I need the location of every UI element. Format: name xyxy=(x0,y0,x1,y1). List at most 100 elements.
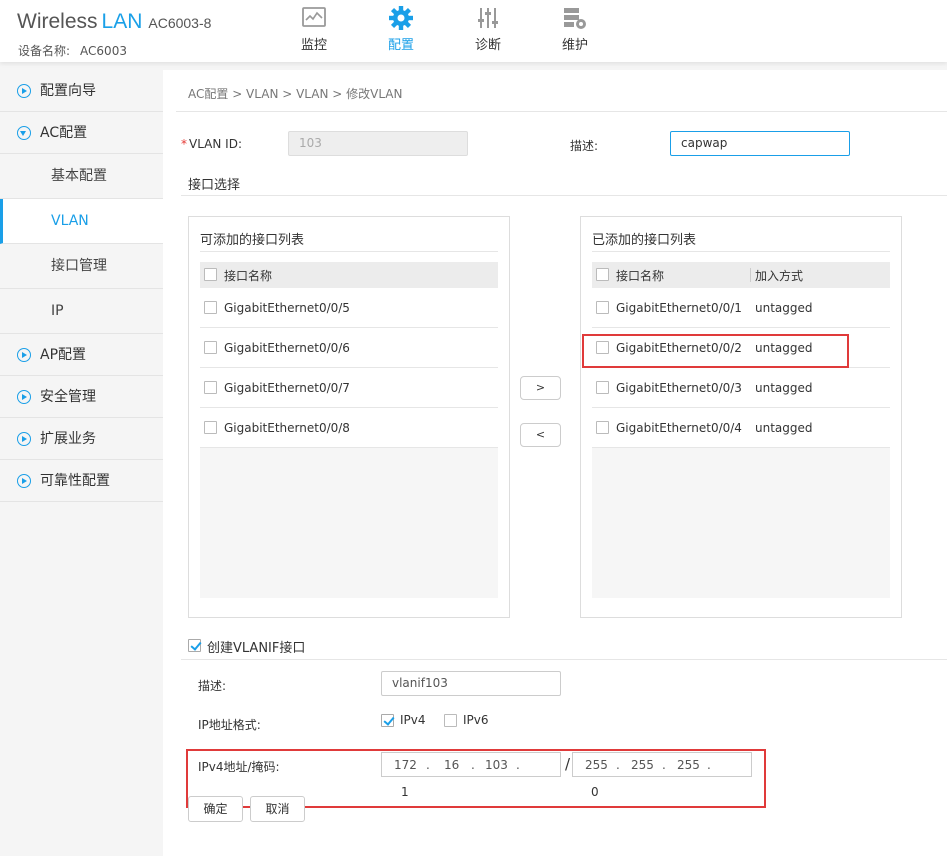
interface-section-title: 接口选择 xyxy=(188,178,241,193)
ip-format-label: IP地址格式: xyxy=(198,718,261,732)
sidebar-item-ap-config[interactable]: AP配置 xyxy=(0,334,163,376)
sidebar-subitem-interface[interactable]: 接口管理 xyxy=(0,244,163,289)
ok-button[interactable]: 确定 xyxy=(188,796,243,822)
table-row[interactable]: GigabitEthernet0/0/4 untagged xyxy=(592,408,890,448)
sidebar-item-ac-config[interactable]: AC配置 xyxy=(0,112,163,154)
interface-name: GigabitEthernet0/0/8 xyxy=(224,420,350,435)
device-name-label: 设备名称: xyxy=(18,44,71,58)
expand-arrow-icon xyxy=(17,348,31,362)
main-content: AC配置 > VLAN > VLAN > 修改VLAN * VLAN ID: 10… xyxy=(163,70,947,856)
available-interface-panel: 可添加的接口列表 接口名称 GigabitEthernet0/0/5 Gigab… xyxy=(188,216,510,618)
brand-lan: LAN xyxy=(101,10,143,33)
divider xyxy=(181,659,947,660)
expand-arrow-icon xyxy=(17,390,31,404)
cancel-button[interactable]: 取消 xyxy=(250,796,305,822)
sidebar-item-label: 配置向导 xyxy=(40,83,96,99)
available-interface-table: 接口名称 GigabitEthernet0/0/5 GigabitEtherne… xyxy=(200,262,498,598)
row-checkbox[interactable] xyxy=(596,421,609,434)
interface-name: GigabitEthernet0/0/4 xyxy=(616,420,742,435)
sidebar-item-wizard[interactable]: 配置向导 xyxy=(0,70,163,112)
sidebar-item-reliability[interactable]: 可靠性配置 xyxy=(0,460,163,502)
nav-diagnose-label: 诊断 xyxy=(474,38,501,53)
join-mode: untagged xyxy=(755,300,813,315)
ipv6-checkbox[interactable] xyxy=(444,714,457,727)
expand-arrow-icon xyxy=(17,84,31,98)
table-row[interactable]: GigabitEthernet0/0/6 xyxy=(200,328,498,368)
select-all-checkbox[interactable] xyxy=(204,268,217,281)
table-empty-area xyxy=(592,448,890,598)
maintenance-icon xyxy=(564,8,586,29)
device-model: AC6003-8 xyxy=(148,15,212,31)
table-row[interactable]: GigabitEthernet0/0/3 untagged xyxy=(592,368,890,408)
row-checkbox[interactable] xyxy=(204,341,217,354)
divider xyxy=(176,111,947,112)
join-mode: untagged xyxy=(755,380,813,395)
table-header: 接口名称 xyxy=(200,262,498,288)
sidebar: 配置向导 AC配置 基本配置 VLAN 接口管理 IP AP配置 安全管理 扩展… xyxy=(0,70,163,856)
breadcrumb: AC配置 > VLAN > VLAN > 修改VLAN xyxy=(188,87,403,101)
device-name-value: AC6003 xyxy=(80,44,127,58)
create-vlanif-label: 创建VLANIF接口 xyxy=(207,641,306,656)
ipv4-checkbox[interactable] xyxy=(381,714,394,727)
nav-maintain-label: 维护 xyxy=(561,38,588,53)
sidebar-item-extension[interactable]: 扩展业务 xyxy=(0,418,163,460)
interface-name: GigabitEthernet0/0/7 xyxy=(224,380,350,395)
nav-diagnose[interactable]: 诊断 xyxy=(458,6,518,53)
sidebar-item-label: AC配置 xyxy=(40,125,88,141)
divider xyxy=(181,195,947,196)
nav-config-label: 配置 xyxy=(387,38,414,53)
select-all-checkbox[interactable] xyxy=(596,268,609,281)
highlight-box xyxy=(582,334,849,368)
interface-name: GigabitEthernet0/0/1 xyxy=(616,300,742,315)
brand-logo: Wireless LAN AC6003-8 xyxy=(17,10,211,34)
join-mode: untagged xyxy=(755,420,813,435)
sidebar-item-label: AP配置 xyxy=(40,347,87,363)
column-header-name: 接口名称 xyxy=(616,268,665,283)
create-vlanif-checkbox[interactable] xyxy=(188,639,201,652)
row-checkbox[interactable] xyxy=(204,301,217,314)
table-row[interactable]: GigabitEthernet0/0/8 xyxy=(200,408,498,448)
expand-arrow-icon xyxy=(17,432,31,446)
table-header: 接口名称 加入方式 xyxy=(592,262,890,288)
description-field[interactable]: capwap xyxy=(670,131,850,156)
table-row[interactable]: GigabitEthernet0/0/1 untagged xyxy=(592,288,890,328)
nav-monitor-label: 监控 xyxy=(300,38,327,53)
row-checkbox[interactable] xyxy=(596,381,609,394)
remove-interface-button[interactable]: < xyxy=(520,423,561,447)
table-row[interactable]: GigabitEthernet0/0/5 xyxy=(200,288,498,328)
ipv4-label: IPv4 xyxy=(400,713,426,727)
table-empty-area xyxy=(200,448,498,598)
vlanif-description-label: 描述: xyxy=(198,679,227,693)
interface-name: GigabitEthernet0/0/5 xyxy=(224,300,350,315)
sliders-icon xyxy=(478,8,498,28)
panel-title: 已添加的接口列表 xyxy=(592,233,697,248)
vlanif-description-field[interactable]: vlanif103 xyxy=(381,671,561,696)
nav-monitor[interactable]: 监控 xyxy=(284,6,344,53)
vlan-id-field[interactable]: 103 xyxy=(288,131,468,156)
brand-name: Wireless xyxy=(17,10,98,33)
collapse-arrow-icon xyxy=(17,126,31,140)
nav-maintain[interactable]: 维护 xyxy=(545,6,605,53)
sidebar-item-label: 扩展业务 xyxy=(40,431,96,447)
sidebar-subitem-vlan[interactable]: VLAN xyxy=(0,199,163,244)
nav-config[interactable]: 配置 xyxy=(371,6,431,53)
sidebar-subitem-ip[interactable]: IP xyxy=(0,289,163,334)
column-header-mode: 加入方式 xyxy=(755,268,804,283)
row-checkbox[interactable] xyxy=(204,381,217,394)
sidebar-subitem-basic[interactable]: 基本配置 xyxy=(0,154,163,199)
top-header: Wireless LAN AC6003-8 设备名称: AC6003 监控 配置… xyxy=(0,0,947,62)
row-checkbox[interactable] xyxy=(596,301,609,314)
row-checkbox[interactable] xyxy=(204,421,217,434)
ipv6-label: IPv6 xyxy=(463,713,489,727)
sidebar-item-label: 安全管理 xyxy=(40,389,96,405)
device-name-row: 设备名称: AC6003 xyxy=(18,42,127,59)
sidebar-item-security[interactable]: 安全管理 xyxy=(0,376,163,418)
column-separator xyxy=(750,268,751,282)
interface-name: GigabitEthernet0/0/3 xyxy=(616,380,742,395)
table-row[interactable]: GigabitEthernet0/0/7 xyxy=(200,368,498,408)
add-interface-button[interactable]: > xyxy=(520,376,561,400)
added-interface-table: 接口名称 加入方式 GigabitEthernet0/0/1 untagged … xyxy=(592,262,890,598)
expand-arrow-icon xyxy=(17,474,31,488)
panel-title: 可添加的接口列表 xyxy=(200,233,305,248)
description-label: 描述: xyxy=(570,139,599,153)
